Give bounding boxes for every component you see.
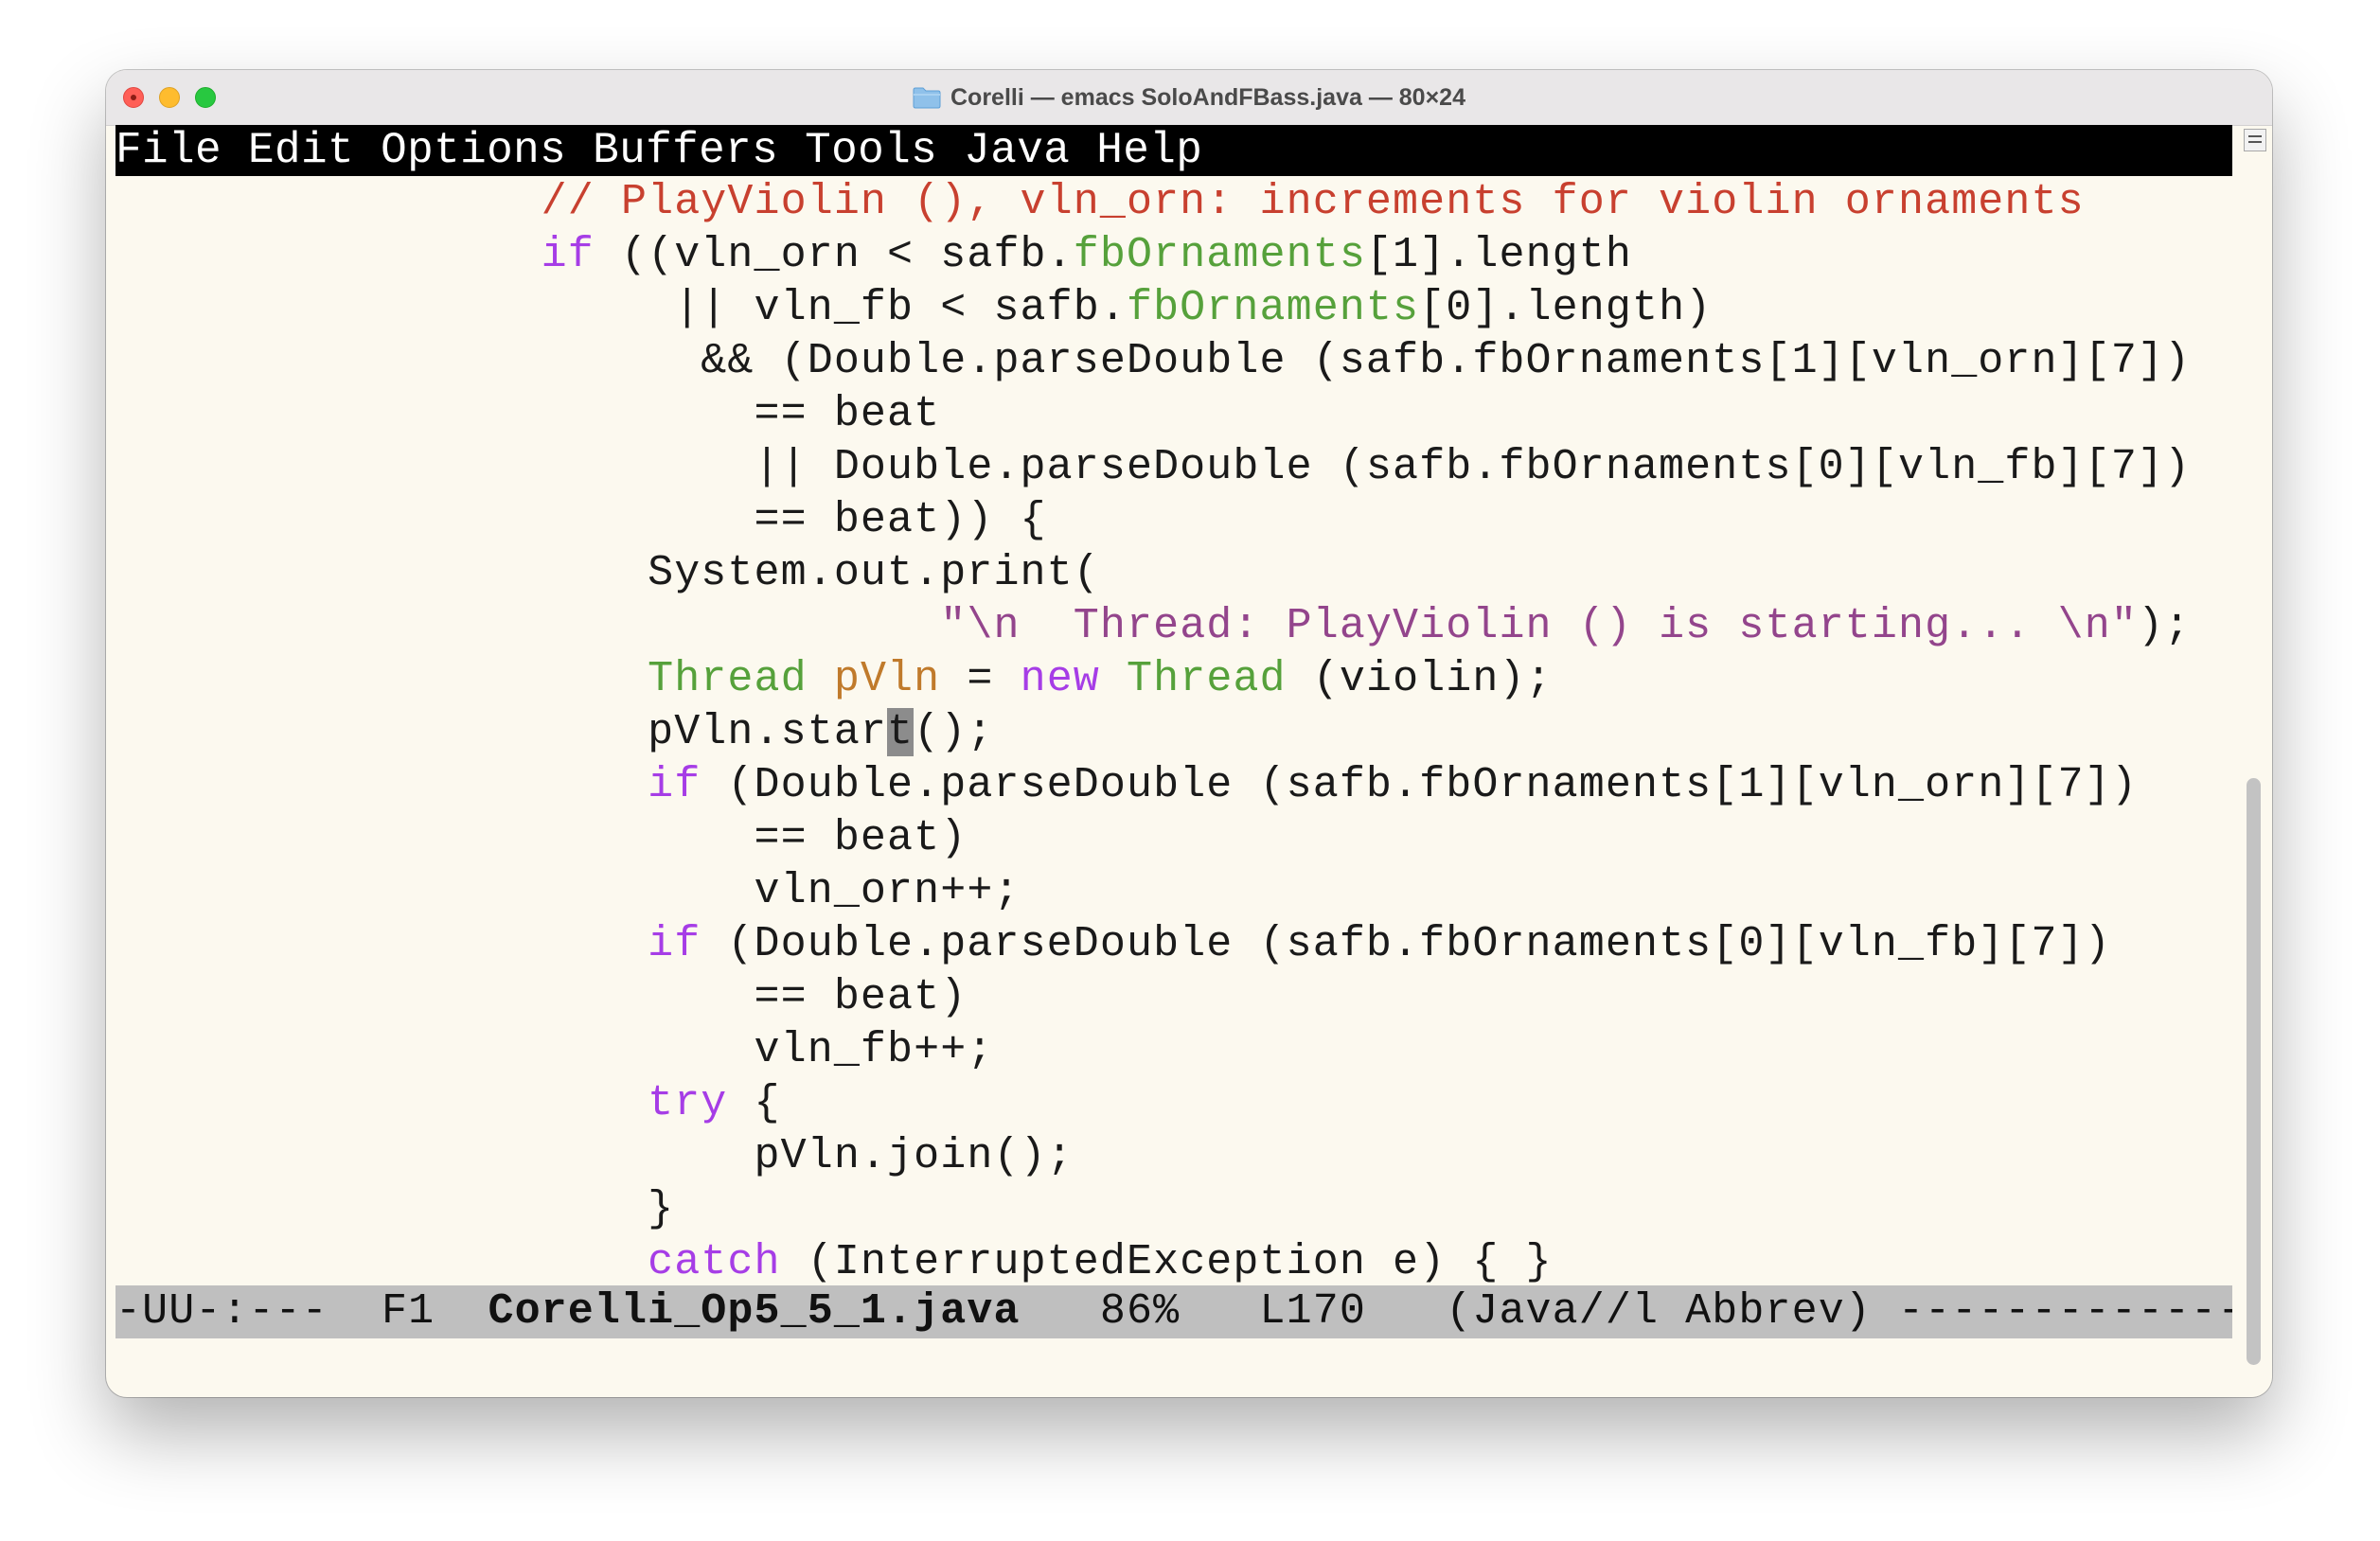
code-token-type: Thread xyxy=(648,655,808,703)
code-token-keyword: if xyxy=(648,761,702,809)
menu-item-edit[interactable]: Edit xyxy=(248,125,354,176)
code-line[interactable]: Thread pVln = new Thread (violin); xyxy=(115,653,2232,706)
menu-item-file[interactable]: File xyxy=(115,125,222,176)
code-token-type: fbOrnaments xyxy=(1126,284,1420,332)
code-line[interactable]: if (Double.parseDouble (safb.fbOrnaments… xyxy=(115,918,2232,971)
echo-area[interactable] xyxy=(115,1338,2232,1391)
code-line[interactable]: == beat) xyxy=(115,812,2232,865)
code-token-plain: (Double.parseDouble (safb.fbOrnaments[0]… xyxy=(701,920,2111,968)
menu-item-tools[interactable]: Tools xyxy=(805,125,937,176)
code-token-plain: [1].length xyxy=(1365,231,1632,279)
text-cursor: t xyxy=(887,708,915,756)
code-token-plain: || Double.parseDouble (safb.fbOrnaments[… xyxy=(115,443,2192,491)
code-token-string: "\n Thread: PlayViolin () is starting...… xyxy=(940,602,2138,650)
code-line[interactable]: catch (InterruptedException e) { } xyxy=(115,1236,2232,1289)
code-line[interactable]: try { xyxy=(115,1077,2232,1130)
code-line[interactable]: pVln.join(); xyxy=(115,1130,2232,1183)
code-line[interactable]: || vln_fb < safb.fbOrnaments[0].length) xyxy=(115,282,2232,335)
code-token-plain: vln_orn++; xyxy=(115,867,1021,915)
code-token-plain: vln_fb++; xyxy=(115,1026,994,1074)
code-token-keyword: if xyxy=(648,920,702,968)
code-token-plain: (InterruptedException e) { } xyxy=(780,1238,1553,1286)
code-line[interactable]: || Double.parseDouble (safb.fbOrnaments[… xyxy=(115,441,2232,494)
mode-line-status: 86% L170 (Java//l Abbrev) --------------… xyxy=(1099,1287,2232,1336)
code-token-plain: pVln.star xyxy=(115,708,888,756)
code-token-keyword: try xyxy=(648,1079,728,1127)
code-line[interactable]: System.out.print( xyxy=(115,547,2232,600)
code-token-plain: == beat xyxy=(115,390,941,438)
code-token-plain: } xyxy=(115,1185,675,1233)
menu-item-buffers[interactable]: Buffers xyxy=(593,125,778,176)
emacs-menu-bar: File Edit Options Buffers Tools Java Help xyxy=(115,125,2232,176)
code-token-plain: [0].length) xyxy=(1419,284,1713,332)
terminal-window: Corelli — emacs SoloAndFBass.java — 80×2… xyxy=(106,70,2272,1397)
code-line[interactable]: vln_orn++; xyxy=(115,865,2232,918)
code-token-keyword: catch xyxy=(648,1238,781,1286)
code-token-plain: pVln.join(); xyxy=(115,1132,1074,1180)
code-line[interactable]: if (Double.parseDouble (safb.fbOrnaments… xyxy=(115,759,2232,812)
code-token-plain: = xyxy=(940,655,1021,703)
buffer-name[interactable]: Corelli_Op5_5_1.java xyxy=(488,1287,1020,1336)
code-token-plain: ((vln_orn < safb. xyxy=(594,231,1074,279)
code-token-comment: // PlayViolin (), vln_orn: increments fo… xyxy=(115,178,2085,226)
code-editor[interactable]: // PlayViolin (), vln_orn: increments fo… xyxy=(115,176,2232,1289)
code-line[interactable]: "\n Thread: PlayViolin () is starting...… xyxy=(115,600,2232,653)
code-line[interactable]: pVln.start(); xyxy=(115,706,2232,759)
code-token-plain: == beat)) { xyxy=(115,496,1047,544)
code-line[interactable]: && (Double.parseDouble (safb.fbOrnaments… xyxy=(115,335,2232,388)
menu-item-java[interactable]: Java xyxy=(964,125,1070,176)
menu-item-help[interactable]: Help xyxy=(1096,125,1202,176)
mode-line: -UU-:--- F1 Corelli_Op5_5_1.java 86% L17… xyxy=(115,1285,2232,1338)
code-token-plain: && (Double.parseDouble (safb.fbOrnaments… xyxy=(115,337,2192,385)
menu-item-options[interactable]: Options xyxy=(381,125,566,176)
code-token-var: pVln xyxy=(833,655,941,703)
code-token-keyword: new xyxy=(1020,655,1100,703)
title-wrap: Corelli — emacs SoloAndFBass.java — 80×2… xyxy=(106,70,2272,125)
code-token-type: fbOrnaments xyxy=(1073,231,1366,279)
folder-icon xyxy=(913,86,941,109)
code-line[interactable]: == beat) xyxy=(115,971,2232,1024)
code-line[interactable]: if ((vln_orn < safb.fbOrnaments[1].lengt… xyxy=(115,229,2232,282)
code-line[interactable]: } xyxy=(115,1183,2232,1236)
code-token-plain: System.out.print( xyxy=(115,549,1100,597)
code-token-keyword: if xyxy=(541,231,595,279)
window-title: Corelli — emacs SoloAndFBass.java — 80×2… xyxy=(950,83,1465,111)
code-token-type: Thread xyxy=(1127,655,1287,703)
scrollbar-thumb[interactable] xyxy=(2247,778,2261,1365)
code-token-plain: ); xyxy=(2137,602,2192,650)
code-token-plain: (); xyxy=(914,708,994,756)
code-line[interactable]: == beat xyxy=(115,388,2232,441)
code-token-plain: { xyxy=(727,1079,781,1127)
title-bar[interactable]: Corelli — emacs SoloAndFBass.java — 80×2… xyxy=(106,70,2272,126)
code-token-plain: == beat) xyxy=(115,814,968,862)
code-token-plain: == beat) xyxy=(115,973,968,1021)
code-line[interactable]: vln_fb++; xyxy=(115,1024,2232,1077)
scrollbar-menu-icon[interactable] xyxy=(2244,129,2266,151)
code-line[interactable]: // PlayViolin (), vln_orn: increments fo… xyxy=(115,176,2232,229)
mode-line-prefix: -UU-:--- F1 xyxy=(115,1287,488,1336)
code-token-plain: || vln_fb < safb. xyxy=(115,284,1127,332)
code-token-plain: (Double.parseDouble (safb.fbOrnaments[1]… xyxy=(701,761,2138,809)
code-token-plain: (violin); xyxy=(1286,655,1553,703)
code-line[interactable]: == beat)) { xyxy=(115,494,2232,547)
